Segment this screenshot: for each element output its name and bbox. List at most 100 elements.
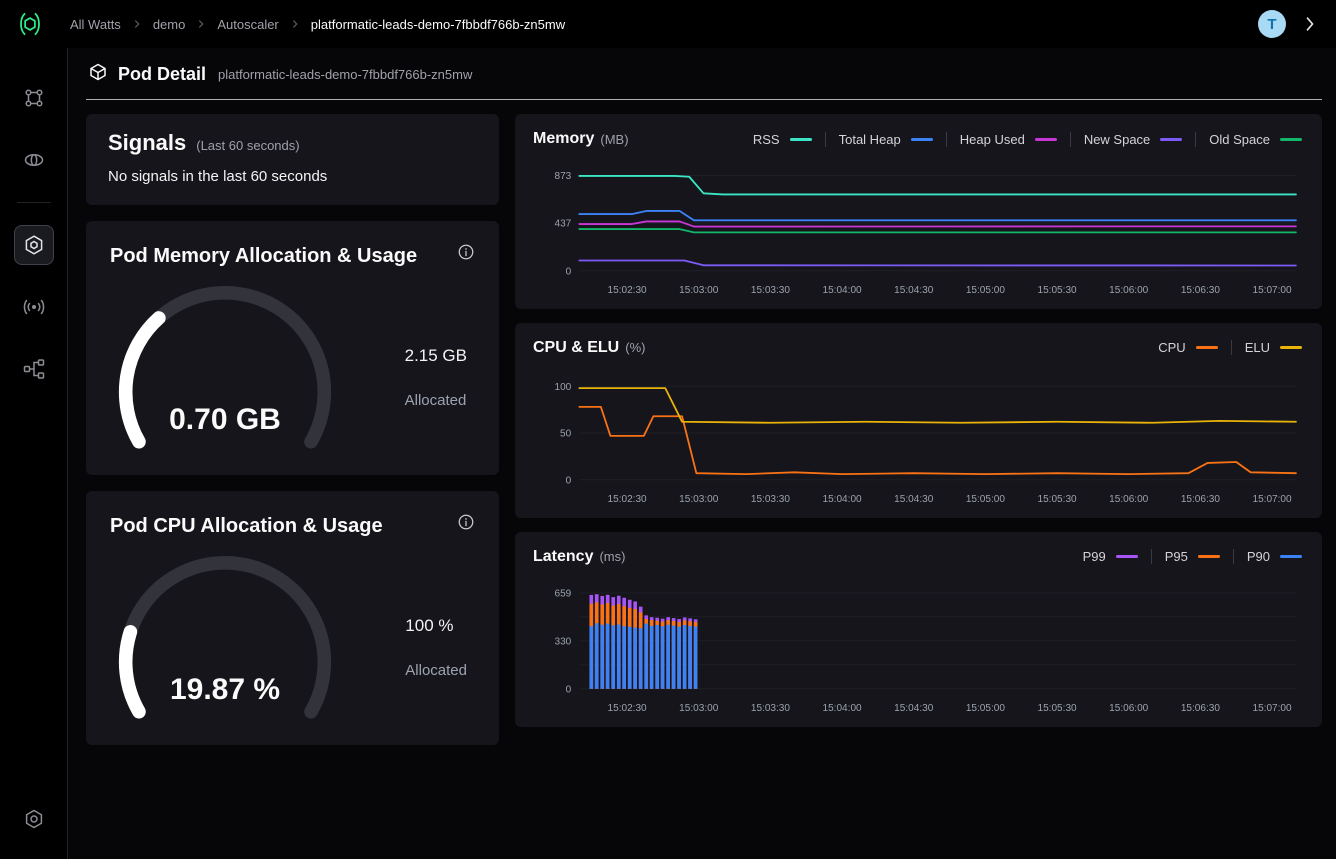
svg-text:15:05:30: 15:05:30 (1038, 494, 1078, 505)
svg-text:15:07:00: 15:07:00 (1252, 703, 1292, 714)
svg-text:15:06:00: 15:06:00 (1109, 494, 1149, 505)
signals-window-label: (Last 60 seconds) (196, 138, 299, 153)
cpu-allocated-label: Allocated (405, 662, 467, 679)
watch-icon[interactable] (14, 140, 54, 180)
svg-text:15:03:30: 15:03:30 (751, 285, 791, 296)
info-icon[interactable] (457, 513, 475, 531)
header-divider (86, 99, 1322, 100)
svg-text:15:06:30: 15:06:30 (1181, 494, 1221, 505)
legend-item-new-space[interactable]: New Space (1070, 132, 1195, 147)
svg-text:15:04:00: 15:04:00 (823, 285, 863, 296)
memory-allocated-value: 2.15 GB (405, 346, 467, 366)
svg-text:100: 100 (554, 382, 571, 393)
memory-chart-unit: (MB) (600, 132, 628, 147)
breadcrumb-all-watts[interactable]: All Watts (70, 17, 121, 32)
content-grid: Signals (Last 60 seconds) No signals in … (86, 114, 1322, 745)
legend-color-dash (1035, 138, 1057, 141)
svg-text:0: 0 (566, 266, 572, 277)
latency-chart-unit: (ms) (599, 549, 625, 564)
svg-text:15:07:00: 15:07:00 (1252, 285, 1292, 296)
legend-label: RSS (753, 132, 780, 147)
legend-label: New Space (1084, 132, 1150, 147)
avatar[interactable]: T (1258, 10, 1286, 38)
cpu-elu-chart-legend: CPU ELU (1145, 340, 1304, 355)
memory-allocated-label: Allocated (405, 392, 467, 409)
legend-color-dash (1160, 138, 1182, 141)
platformatic-logo-icon[interactable] (16, 10, 44, 38)
latency-chart-header: Latency (ms) P99 P95 P90 (533, 548, 1304, 566)
legend-item-cpu[interactable]: CPU (1145, 340, 1230, 355)
svg-text:15:06:30: 15:06:30 (1181, 703, 1221, 714)
page-title: Pod Detail (118, 64, 206, 85)
breadcrumb-autoscaler[interactable]: Autoscaler (217, 17, 278, 32)
svg-text:437: 437 (554, 219, 571, 230)
memory-gauge-header: Pod Memory Allocation & Usage (110, 243, 475, 269)
svg-text:15:02:30: 15:02:30 (608, 703, 648, 714)
sidebar (0, 48, 68, 859)
cpu-used-value: 19.87 % (110, 673, 340, 707)
svg-text:50: 50 (560, 428, 572, 439)
legend-label: P90 (1247, 549, 1270, 564)
legend-item-elu[interactable]: ELU (1231, 340, 1304, 355)
svg-text:15:06:30: 15:06:30 (1181, 285, 1221, 296)
legend-color-dash (1198, 555, 1220, 558)
svg-text:15:07:00: 15:07:00 (1252, 494, 1292, 505)
legend-color-dash (911, 138, 933, 141)
memory-chart-header: Memory (MB) RSSTotal HeapHeap UsedNew Sp… (533, 130, 1304, 148)
latency-chart-card: Latency (ms) P99P95P90 659330015:02:3015… (515, 532, 1322, 727)
legend-label: P95 (1165, 549, 1188, 564)
chevron-right-icon (195, 18, 207, 30)
cpu-gauge-title: Pod CPU Allocation & Usage (110, 513, 383, 539)
legend-item-total-heap[interactable]: Total Heap (825, 132, 946, 147)
legend-item-p95[interactable]: P95 (1151, 549, 1233, 564)
signals-card: Signals (Last 60 seconds) No signals in … (86, 114, 499, 205)
left-column: Signals (Last 60 seconds) No signals in … (86, 114, 499, 745)
memory-gauge-card: Pod Memory Allocation & Usage (86, 221, 499, 475)
settings-icon[interactable] (14, 799, 54, 839)
svg-text:15:02:30: 15:02:30 (608, 285, 648, 296)
topology-icon[interactable] (14, 349, 54, 389)
legend-item-p90[interactable]: P90 (1233, 549, 1304, 564)
cpu-gauge: 19.87 % (110, 553, 340, 723)
cpu-elu-chart-card: CPU & ELU (%) CPUELU 10050015:02:3015:03… (515, 323, 1322, 518)
info-icon[interactable] (457, 243, 475, 261)
legend-color-dash (1280, 138, 1302, 141)
svg-text:15:03:30: 15:03:30 (751, 703, 791, 714)
pods-icon[interactable] (14, 225, 54, 265)
legend-item-rss[interactable]: RSS (740, 132, 825, 147)
right-column: Memory (MB) RSSTotal HeapHeap UsedNew Sp… (515, 114, 1322, 745)
legend-label: CPU (1158, 340, 1185, 355)
taxonomy-icon[interactable] (14, 78, 54, 118)
legend-item-heap-used[interactable]: Heap Used (946, 132, 1070, 147)
chevron-right-icon (289, 18, 301, 30)
legend-color-dash (1116, 555, 1138, 558)
legend-label: Heap Used (960, 132, 1025, 147)
svg-text:0: 0 (566, 684, 572, 695)
broadcast-icon[interactable] (14, 287, 54, 327)
cpu-elu-chart-unit: (%) (625, 340, 645, 355)
svg-text:15:05:30: 15:05:30 (1038, 285, 1078, 296)
signals-title: Signals (108, 130, 186, 156)
svg-text:15:04:00: 15:04:00 (823, 494, 863, 505)
signals-header: Signals (Last 60 seconds) (108, 130, 477, 156)
svg-text:15:03:00: 15:03:00 (679, 285, 719, 296)
legend-color-dash (790, 138, 812, 141)
legend-label: Old Space (1209, 132, 1270, 147)
signals-empty-message: No signals in the last 60 seconds (108, 168, 477, 185)
svg-text:330: 330 (554, 636, 571, 647)
latency-chart-title: Latency (533, 548, 593, 566)
legend-item-p99[interactable]: P99 (1070, 549, 1151, 564)
memory-gauge-title: Pod Memory Allocation & Usage (110, 243, 417, 269)
chevron-right-icon (131, 18, 143, 30)
cpu-gauge-body: 19.87 % 100 % Allocated (110, 553, 475, 723)
cpu-gauge-header: Pod CPU Allocation & Usage (110, 513, 475, 539)
svg-text:15:06:00: 15:06:00 (1109, 285, 1149, 296)
breadcrumb-demo[interactable]: demo (153, 17, 186, 32)
svg-text:15:03:00: 15:03:00 (679, 703, 719, 714)
memory-gauge: 0.70 GB (110, 283, 340, 453)
legend-item-old-space[interactable]: Old Space (1195, 132, 1304, 147)
expand-panel-chevron-icon[interactable] (1300, 14, 1320, 34)
topbar-right: T (1258, 10, 1320, 38)
app-root: All Watts demo Autoscaler platformatic-l… (0, 0, 1336, 859)
cpu-elu-chart-title: CPU & ELU (533, 339, 619, 357)
